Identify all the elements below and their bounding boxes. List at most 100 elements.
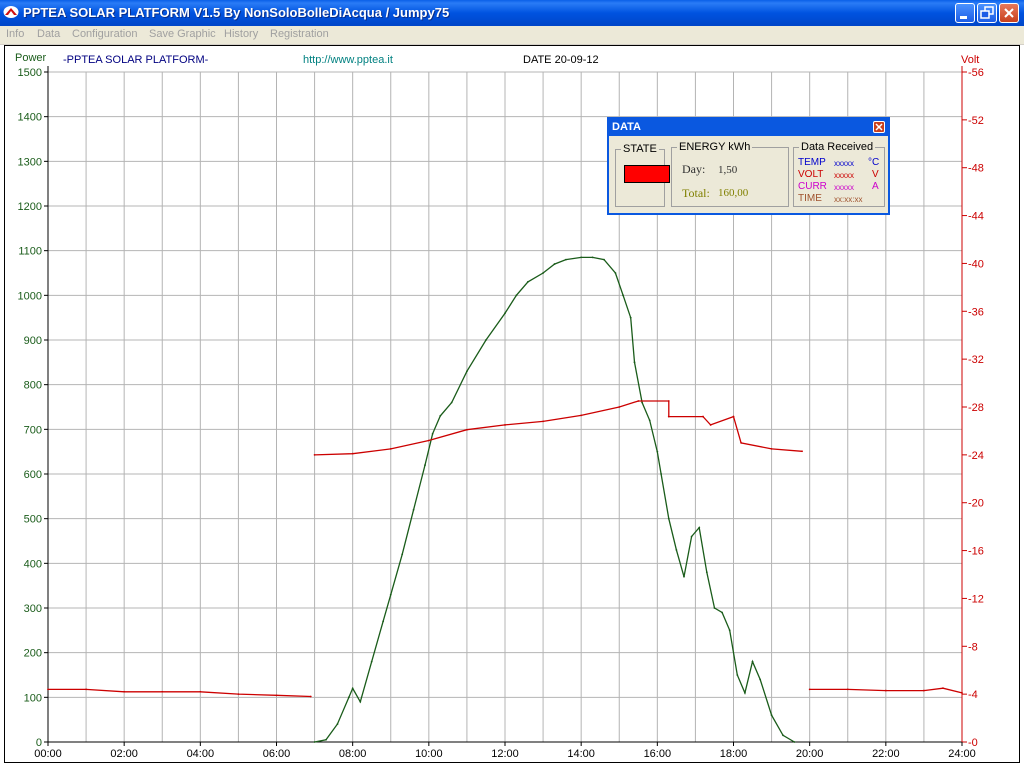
data-received-label: Data Received (799, 141, 876, 153)
power-data-point (553, 263, 556, 265)
energy-label: ENERGY kWh (677, 141, 753, 153)
volt-data-point (770, 447, 773, 450)
total-value: 160,00 (718, 187, 749, 199)
volt-data-point (389, 447, 392, 450)
right-tick-label: -32 (968, 354, 984, 366)
power-data-point (721, 611, 723, 614)
volt-data-point (702, 415, 704, 418)
volt-data-point (740, 441, 743, 444)
power-data-point (603, 258, 605, 261)
close-button[interactable] (999, 3, 1019, 23)
time-label: TIME (798, 193, 822, 204)
volt-data-point (237, 693, 240, 696)
data-panel-titlebar[interactable]: DATA (609, 119, 888, 136)
power-data-point (351, 687, 354, 690)
right-tick-label: -52 (968, 115, 984, 127)
power-data-point (736, 674, 739, 676)
volt-data-point (923, 689, 925, 692)
power-data-point (633, 361, 636, 364)
power-data-point (744, 691, 746, 694)
menu-save-graphic[interactable]: Save Graphic (149, 28, 216, 40)
right-axis-title: Volt (961, 54, 979, 66)
x-tick-label: 02:00 (110, 748, 138, 760)
temp-value: xxxxx (834, 159, 854, 168)
menu-registration[interactable]: Registration (270, 28, 329, 40)
volt-data-point (85, 688, 87, 691)
data-panel[interactable]: DATA STATE ENERGY kWh Day: 1,50 Total: 1… (607, 117, 890, 215)
right-tick-label: -16 (968, 546, 984, 558)
menu-info[interactable]: Info (6, 28, 24, 40)
power-data-point (641, 401, 643, 404)
minimize-icon (960, 16, 967, 19)
power-data-point (690, 535, 693, 538)
volt-data-point (123, 690, 126, 693)
state-group: STATE (615, 143, 670, 207)
volt-data-point (466, 428, 468, 431)
menu-history[interactable]: History (224, 28, 258, 40)
solar-app-icon (3, 6, 19, 18)
volt-data-point (351, 452, 354, 455)
left-tick-label: 1000 (18, 290, 42, 302)
curr-label: CURR (798, 181, 827, 192)
left-tick-label: 1300 (18, 156, 42, 168)
minimize-button[interactable] (955, 3, 975, 23)
power-data-point (660, 473, 663, 475)
power-data-point (485, 339, 487, 341)
x-tick-label: 18:00 (720, 748, 748, 760)
power-data-point (359, 700, 362, 703)
left-tick-label: 1500 (18, 67, 42, 79)
power-data-point (580, 256, 583, 259)
power-data-point (751, 660, 754, 663)
power-data-point (466, 370, 468, 373)
state-label: STATE (621, 143, 659, 155)
url-label[interactable]: http://www.pptea.it (303, 54, 393, 66)
energy-group: ENERGY kWh Day: 1,50 Total: 160,00 (671, 141, 789, 207)
x-tick-label: 16:00 (644, 748, 672, 760)
data-received-group: Data Received TEMP xxxxx °C VOLT xxxxx V… (793, 141, 885, 207)
right-tick-label: -8 (968, 641, 978, 653)
left-tick-label: 500 (24, 514, 42, 526)
volt-data-point (618, 406, 621, 408)
x-tick-label: 08:00 (339, 748, 367, 760)
right-tick-label: -56 (968, 67, 984, 79)
day-value: 1,50 (718, 164, 738, 176)
data-panel-title: DATA (612, 121, 641, 133)
volt-unit: V (872, 169, 879, 180)
volt-data-point (504, 424, 506, 426)
volt-data-point (275, 694, 278, 697)
power-data-point (793, 741, 796, 743)
time-value: xx:xx:xx (834, 195, 863, 204)
data-panel-close-button[interactable] (873, 121, 885, 133)
right-tick-label: -48 (968, 163, 984, 175)
power-data-point (770, 714, 773, 717)
volt-data-point (47, 688, 49, 691)
total-label: Total: (682, 186, 710, 200)
power-data-point (698, 526, 701, 529)
volt-series-line (48, 688, 311, 698)
x-tick-label: 22:00 (872, 748, 900, 760)
power-data-point (591, 256, 594, 259)
power-data-point (782, 734, 784, 737)
volt-series-line (314, 400, 803, 456)
volt-data-point (732, 415, 735, 418)
right-tick-label: -12 (968, 593, 984, 605)
x-tick-label: 14:00 (567, 748, 595, 760)
volt-data-point (637, 400, 640, 402)
volt-value: xxxxx (834, 171, 854, 180)
volt-data-point (667, 415, 670, 418)
menu-data[interactable]: Data (37, 28, 60, 40)
power-data-point (313, 741, 316, 743)
restore-button[interactable] (977, 3, 997, 23)
volt-data-point (846, 688, 849, 691)
right-tick-label: -20 (968, 498, 984, 510)
power-data-point (683, 575, 685, 578)
left-tick-label: 900 (24, 335, 42, 347)
menu-configuration[interactable]: Configuration (72, 28, 137, 40)
power-data-point (336, 723, 339, 726)
power-data-point (728, 629, 731, 632)
left-tick-label: 100 (24, 692, 42, 704)
title-bar[interactable]: PPTEA SOLAR PLATFORM V1.5 By NonSoloBoll… (0, 0, 1024, 26)
power-data-point (450, 401, 453, 404)
volt-data-point (942, 687, 944, 690)
close-icon (875, 123, 883, 131)
